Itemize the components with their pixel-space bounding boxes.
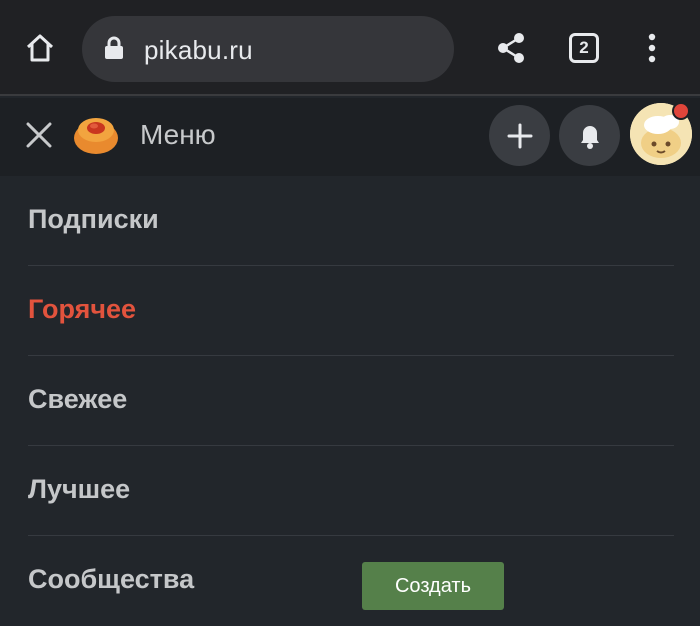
page-title: Меню	[140, 119, 216, 150]
menu-item-label: Горячее	[28, 294, 137, 324]
menu-item-hot[interactable]: Горячее	[28, 266, 674, 356]
menu-item-subscriptions[interactable]: Подписки	[28, 176, 674, 266]
menu-item-label: Лучшее	[28, 474, 131, 504]
main-menu: Подписки Горячее Свежее Лучшее Сообществ…	[28, 176, 674, 626]
menu-item-label: Подписки	[28, 204, 159, 234]
share-icon[interactable]	[496, 32, 526, 64]
more-options-icon[interactable]	[640, 32, 664, 64]
pikabu-logo[interactable]	[70, 110, 122, 156]
home-icon[interactable]	[24, 32, 56, 64]
url-text: pikabu.ru	[144, 35, 253, 65]
bell-icon	[580, 125, 599, 149]
site-header: Меню	[0, 98, 700, 176]
menu-item-communities[interactable]: Сообщества Создать	[28, 536, 674, 626]
add-post-button[interactable]	[489, 105, 550, 166]
menu-item-label: Свежее	[28, 384, 128, 414]
address-bar[interactable]: pikabu.ru	[82, 16, 454, 82]
notifications-button[interactable]	[559, 105, 620, 166]
notification-dot	[672, 102, 690, 120]
plus-icon	[507, 123, 532, 148]
lock-icon	[104, 36, 124, 60]
close-icon[interactable]	[24, 120, 54, 150]
browser-toolbar: pikabu.ru 2	[0, 0, 700, 96]
menu-item-label: Сообщества	[28, 564, 195, 594]
menu-item-fresh[interactable]: Свежее	[28, 356, 674, 446]
menu-item-best[interactable]: Лучшее	[28, 446, 674, 536]
create-community-button[interactable]: Создать	[362, 562, 504, 610]
tab-switcher-button[interactable]: 2	[569, 33, 599, 63]
